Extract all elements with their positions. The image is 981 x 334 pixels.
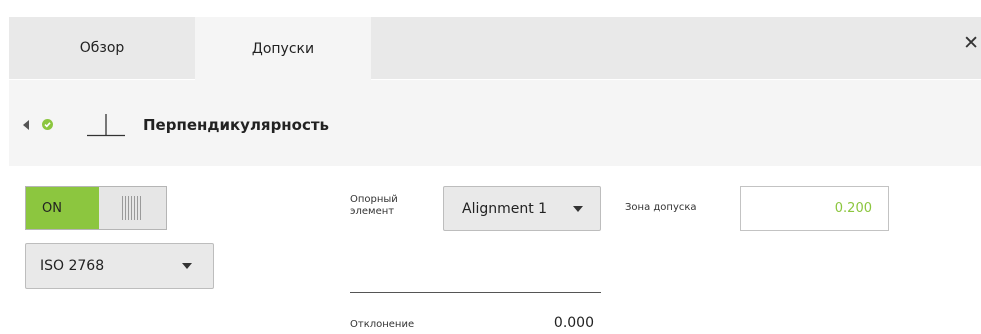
tolerance-zone-label: Зона допуска (625, 202, 697, 213)
on-off-toggle[interactable]: ON (25, 186, 167, 230)
close-icon[interactable]: ✕ (963, 34, 979, 53)
reference-element-value: Alignment 1 (462, 200, 548, 217)
tolerance-zone-value: 0.200 (834, 201, 872, 216)
reference-element-dropdown[interactable]: Alignment 1 (443, 186, 601, 231)
tolerance-header: Перпендикулярность (9, 80, 981, 166)
toggle-label: ON (42, 200, 62, 216)
tab-tolerances[interactable]: Допуски (195, 17, 371, 80)
deviation-label: Отклонение (350, 319, 415, 330)
toggle-on-segment: ON (26, 187, 99, 229)
perpendicularity-icon (87, 114, 125, 137)
divider (350, 292, 601, 293)
chevron-down-icon (182, 263, 192, 269)
tab-overview-label: Обзор (79, 40, 125, 56)
reference-element-label: Опорный элемент (350, 194, 398, 217)
tolerance-zone-input[interactable]: 0.200 (740, 186, 889, 231)
back-arrow-icon[interactable] (23, 120, 29, 130)
tab-bar: Обзор Допуски (9, 17, 981, 80)
page-title: Перпендикулярность (143, 116, 330, 134)
tab-tolerances-label: Допуски (251, 40, 315, 57)
chevron-down-icon (573, 206, 583, 212)
check-icon (42, 119, 53, 130)
standard-dropdown-value: ISO 2768 (40, 258, 105, 274)
toggle-knob[interactable] (99, 187, 166, 229)
tab-overview[interactable]: Обзор (9, 17, 195, 79)
standard-dropdown[interactable]: ISO 2768 (25, 243, 214, 289)
deviation-value: 0.000 (553, 315, 594, 331)
grip-icon (122, 196, 141, 220)
